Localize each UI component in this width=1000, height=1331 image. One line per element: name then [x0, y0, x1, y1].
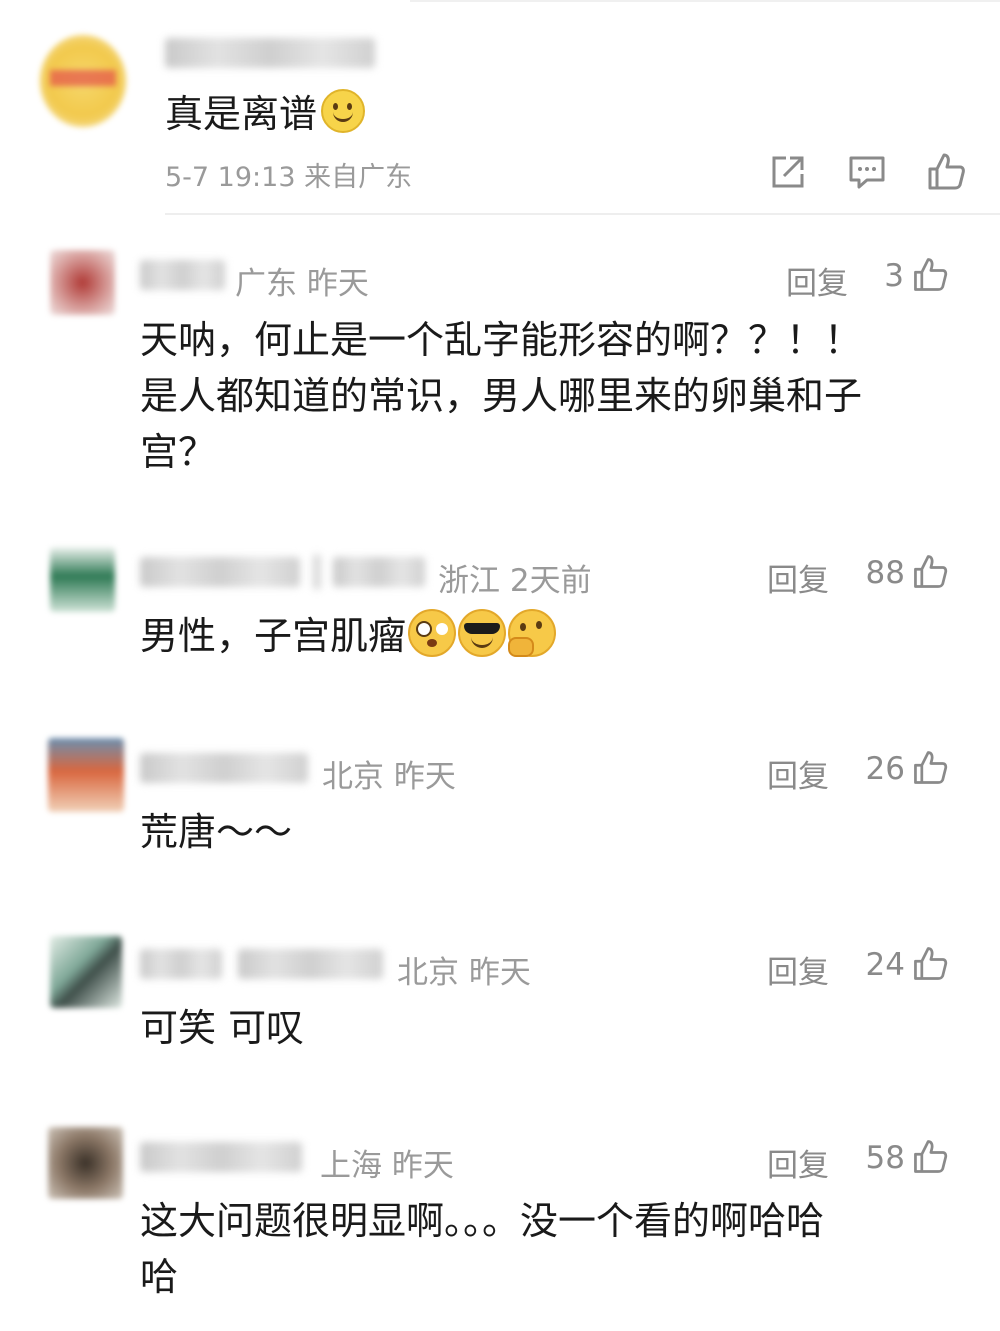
- like-icon[interactable]: [924, 150, 968, 194]
- username-blurred[interactable]: [140, 753, 308, 783]
- reply-button[interactable]: 回复: [767, 1140, 829, 1185]
- username-blurred[interactable]: [140, 260, 225, 290]
- post-time: 5-7 19:13: [165, 162, 296, 193]
- comment-location-time: 浙江 2天前: [438, 563, 592, 599]
- username-blurred[interactable]: [140, 1142, 302, 1172]
- avatar[interactable]: [40, 35, 126, 127]
- comment-icon[interactable]: [845, 150, 889, 194]
- reply-button[interactable]: 回复: [786, 258, 848, 303]
- reply-button[interactable]: 回复: [767, 751, 829, 796]
- avatar[interactable]: [50, 547, 115, 612]
- like-count: 88: [865, 555, 905, 591]
- like-icon[interactable]: [910, 1137, 950, 1177]
- like-icon[interactable]: [910, 255, 950, 295]
- username-blurred[interactable]: [140, 557, 300, 587]
- comment-text: 荒唐～～: [140, 810, 293, 854]
- like-icon[interactable]: [910, 552, 950, 592]
- comment-text: 男性，子宫肌瘤: [140, 608, 960, 664]
- like-count: 3: [884, 258, 904, 294]
- post-source: 来自广东: [304, 162, 413, 193]
- thinking-emoji-icon: [508, 609, 557, 657]
- comment-location-time: 广东 昨天: [235, 266, 369, 302]
- avatar[interactable]: [50, 250, 115, 315]
- comment-text: 天呐，何止是一个乱字能形容的啊？？！！ 是人都知道的常识，男人哪里来的卵巢和子 …: [140, 318, 863, 474]
- username-separator-blurred: [313, 554, 321, 590]
- avatar[interactable]: [48, 738, 124, 812]
- like-icon[interactable]: [910, 944, 950, 984]
- sunglasses-emoji-icon: [458, 609, 507, 657]
- like-count: 26: [865, 751, 905, 787]
- avatar[interactable]: [48, 1127, 123, 1199]
- comment-location-time: 上海 昨天: [320, 1148, 454, 1184]
- comment-text: 这大问题很明显啊。。。没一个看的啊哈哈 哈: [140, 1199, 825, 1299]
- divider: [165, 213, 1000, 215]
- comment-text: 可笑 可叹: [140, 1006, 305, 1050]
- comment-location-time: 北京 昨天: [322, 759, 456, 795]
- share-icon[interactable]: [766, 150, 810, 194]
- avatar[interactable]: [50, 936, 122, 1008]
- flushed-emoji-icon: [408, 609, 457, 657]
- username-blurred[interactable]: [165, 38, 375, 68]
- reply-button[interactable]: 回复: [767, 947, 829, 992]
- username-blurred[interactable]: [238, 949, 383, 979]
- like-icon[interactable]: [910, 748, 950, 788]
- username-blurred[interactable]: [140, 949, 222, 979]
- post-meta: 5-7 19:13 来自广东: [165, 155, 412, 194]
- slightly-smiling-emoji-icon: [321, 89, 366, 133]
- top-divider: [410, 0, 1000, 2]
- top-post: 真是离谱 5-7 19:13 来自广东: [0, 0, 1000, 215]
- reply-button[interactable]: 回复: [767, 555, 829, 600]
- comment-location-time: 北京 昨天: [397, 955, 531, 991]
- like-count: 24: [865, 947, 905, 983]
- like-count: 58: [865, 1140, 905, 1176]
- post-text: 真是离谱: [165, 83, 366, 138]
- username-blurred[interactable]: [333, 557, 425, 587]
